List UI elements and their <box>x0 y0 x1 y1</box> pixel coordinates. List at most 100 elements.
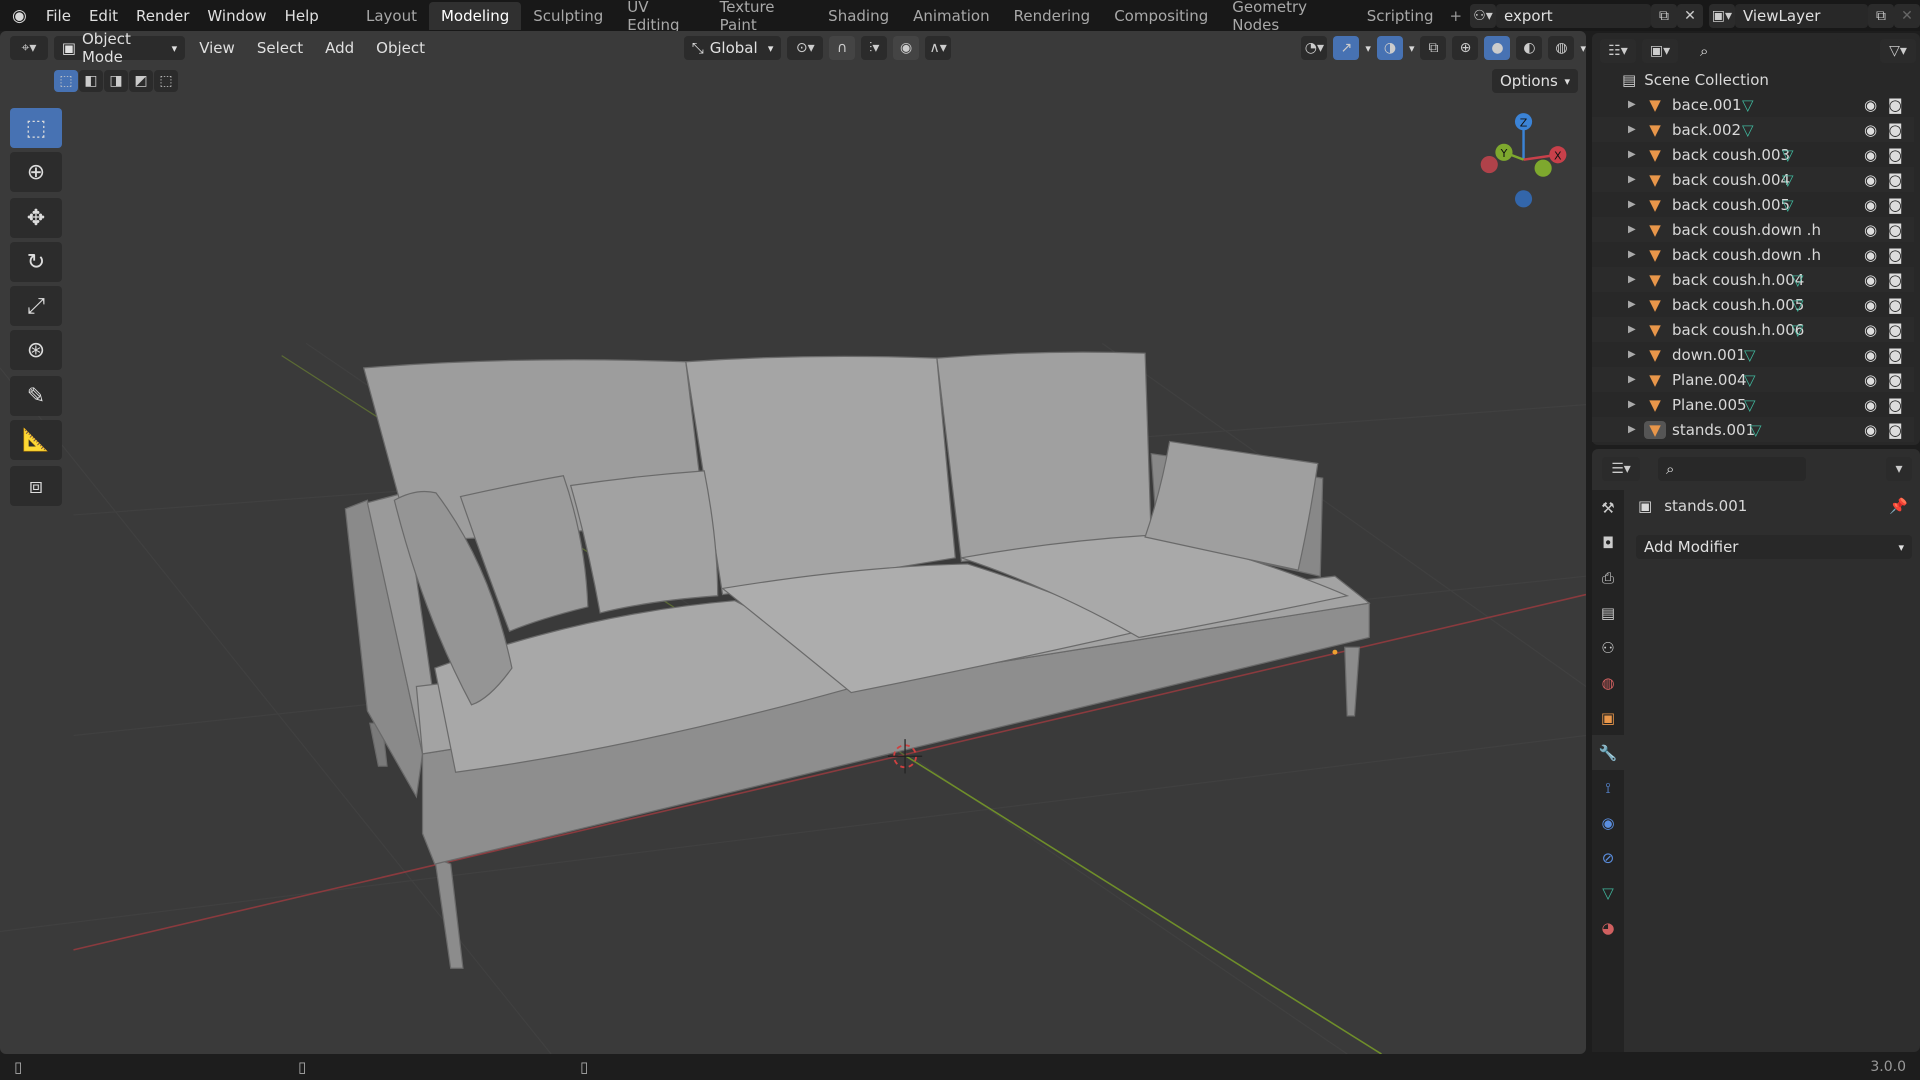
annotate-tool-icon[interactable]: ✎ <box>10 376 62 416</box>
world-tab-icon[interactable]: ◍ <box>1592 665 1624 700</box>
render-camera-icon[interactable]: ◙ <box>1888 221 1903 239</box>
select-box-tool-icon[interactable]: ⬚ <box>10 108 62 148</box>
menu-select[interactable]: Select <box>249 39 311 57</box>
3d-viewport[interactable]: Z X Y <box>0 31 1586 1054</box>
snap-target-icon[interactable]: ⫶▾ <box>861 36 888 60</box>
visibility-eye-icon[interactable]: ◉ <box>1864 121 1877 139</box>
mesh-data-icon[interactable]: ▽ <box>1744 346 1756 364</box>
tool-tab-icon[interactable]: ⚒ <box>1592 490 1624 525</box>
visibility-eye-icon[interactable]: ◉ <box>1864 421 1877 439</box>
mesh-data-icon[interactable]: ▽ <box>1750 421 1762 439</box>
outliner-item[interactable]: ▶ ▼ Plane.005 ▽ ◉ ◙ <box>1592 392 1914 417</box>
expand-arrow-icon[interactable]: ▶ <box>1628 124 1636 135</box>
outliner-item[interactable]: ▶ ▼ bace.001 ▽ ◉ ◙ <box>1592 92 1914 117</box>
visibility-eye-icon[interactable]: ◉ <box>1864 271 1877 289</box>
visibility-eye-icon[interactable]: ◉ <box>1864 171 1877 189</box>
physics-tab-icon[interactable]: ◉ <box>1592 805 1624 840</box>
select-invert-icon[interactable]: ◩ <box>129 70 153 92</box>
outliner-item[interactable]: ▶ ▼ Plane.004 ▽ ◉ ◙ <box>1592 367 1914 392</box>
material-tab-icon[interactable]: ◕ <box>1592 910 1624 945</box>
transform-tool-icon[interactable]: ⊛ <box>10 330 62 370</box>
mesh-data-icon[interactable]: ▽ <box>1744 396 1756 414</box>
move-tool-icon[interactable]: ✥ <box>10 198 62 238</box>
properties-search-input[interactable]: ⌕ <box>1658 457 1806 481</box>
select-extend-icon[interactable]: ◧ <box>79 70 103 92</box>
constraints-tab-icon[interactable]: ⊘ <box>1592 840 1624 875</box>
visibility-eye-icon[interactable]: ◉ <box>1864 96 1877 114</box>
add-workspace-button[interactable]: + <box>1445 7 1466 25</box>
visibility-eye-icon[interactable]: ◉ <box>1864 346 1877 364</box>
shading-solid-icon[interactable]: ● <box>1484 36 1511 60</box>
outliner-item[interactable]: ▶ ▼ back.002 ▽ ◉ ◙ <box>1592 117 1914 142</box>
outliner-item[interactable]: ▶ ▼ down.001 ▽ ◉ ◙ <box>1592 342 1914 367</box>
gizmo-neg-y[interactable] <box>1534 159 1552 177</box>
measure-tool-icon[interactable]: 📐 <box>10 420 62 460</box>
tab-animation[interactable]: Animation <box>901 2 1001 30</box>
render-tab-icon[interactable]: ◘ <box>1592 525 1624 560</box>
overlays-dropdown-icon[interactable]: ▾ <box>1409 42 1415 55</box>
navigation-gizmo[interactable]: Z X Y <box>1480 113 1567 208</box>
outliner-item[interactable]: ▶ ▼ back coush.down .h.005 ◉ ◙ <box>1592 242 1914 267</box>
new-view-layer-icon[interactable]: ⧉ <box>1867 3 1894 28</box>
properties-editor-type-icon[interactable]: ☰▾ <box>1602 457 1640 481</box>
delete-view-layer-icon[interactable]: ✕ <box>1893 3 1920 28</box>
render-camera-icon[interactable]: ◙ <box>1888 271 1903 289</box>
tab-compositing[interactable]: Compositing <box>1102 2 1220 30</box>
shading-material-icon[interactable]: ◐ <box>1516 36 1543 60</box>
gizmo-neg-x[interactable] <box>1480 155 1498 174</box>
tab-scripting[interactable]: Scripting <box>1355 2 1446 30</box>
tab-rendering[interactable]: Rendering <box>1002 2 1103 30</box>
expand-arrow-icon[interactable]: ▶ <box>1628 324 1636 335</box>
mesh-data-icon[interactable]: ▽ <box>1792 271 1804 289</box>
visibility-eye-icon[interactable]: ◉ <box>1864 196 1877 214</box>
expand-arrow-icon[interactable]: ▶ <box>1628 99 1636 110</box>
tab-shading[interactable]: Shading <box>816 2 901 30</box>
expand-arrow-icon[interactable]: ▶ <box>1628 174 1636 185</box>
shading-wireframe-icon[interactable]: ⊕ <box>1452 36 1479 60</box>
filter-icon[interactable]: ▽▾ <box>1880 39 1916 63</box>
expand-arrow-icon[interactable]: ▶ <box>1628 274 1636 285</box>
menu-render[interactable]: Render <box>127 7 198 25</box>
expand-arrow-icon[interactable]: ▶ <box>1628 424 1636 435</box>
overlays-icon[interactable]: ◑ <box>1376 36 1403 60</box>
render-camera-icon[interactable]: ◙ <box>1888 96 1903 114</box>
cursor-tool-icon[interactable]: ⊕ <box>10 152 62 192</box>
outliner-viewlayer-icon[interactable]: ▣▾ <box>1642 39 1678 63</box>
scene-tab-icon[interactable]: ⚇ <box>1592 630 1624 665</box>
tab-sculpting[interactable]: Sculpting <box>521 2 615 30</box>
render-camera-icon[interactable]: ◙ <box>1888 371 1903 389</box>
outliner-item[interactable]: ▶ ▼ back coush.h.005 ▽ ◉ ◙ <box>1592 292 1914 317</box>
delete-scene-icon[interactable]: ✕ <box>1676 3 1703 28</box>
shading-rendered-icon[interactable]: ◍ <box>1548 36 1575 60</box>
expand-arrow-icon[interactable]: ▶ <box>1628 374 1636 385</box>
display-mode-icon[interactable]: ☷▾ <box>1600 39 1636 63</box>
object-tab-icon[interactable]: ▣ <box>1592 700 1624 735</box>
xray-icon[interactable]: ⧉ <box>1420 36 1447 60</box>
scene-name-field[interactable]: export <box>1496 3 1651 28</box>
select-intersect-icon[interactable]: ⬚ <box>154 70 178 92</box>
outliner-item[interactable]: ▶ ▼ back coush.h.006 ▽ ◉ ◙ <box>1592 317 1914 342</box>
outliner-item[interactable]: ▶ ▼ back coush.005 ▽ ◉ ◙ <box>1592 192 1914 217</box>
gizmo-toggle-icon[interactable]: ↗ <box>1333 36 1360 60</box>
render-camera-icon[interactable]: ◙ <box>1888 246 1903 264</box>
menu-window[interactable]: Window <box>198 7 275 25</box>
mesh-data-icon[interactable]: ▽ <box>1742 96 1754 114</box>
menu-help[interactable]: Help <box>276 7 328 25</box>
expand-arrow-icon[interactable]: ▶ <box>1628 399 1636 410</box>
outliner-item[interactable]: ▶ ▼ back coush.down .h.004 ◉ ◙ <box>1592 217 1914 242</box>
expand-arrow-icon[interactable]: ▶ <box>1628 149 1636 160</box>
outliner-search-input[interactable]: ⌕ <box>1692 39 1840 63</box>
new-scene-icon[interactable]: ⧉ <box>1650 3 1677 28</box>
mesh-data-icon[interactable]: ▽ <box>1782 171 1794 189</box>
render-camera-icon[interactable]: ◙ <box>1888 396 1903 414</box>
render-camera-icon[interactable]: ◙ <box>1888 171 1903 189</box>
visibility-eye-icon[interactable]: ◉ <box>1864 146 1877 164</box>
render-camera-icon[interactable]: ◙ <box>1888 121 1903 139</box>
visibility-eye-icon[interactable]: ◉ <box>1864 246 1877 264</box>
expand-arrow-icon[interactable]: ▶ <box>1628 224 1636 235</box>
add-modifier-dropdown[interactable]: Add Modifier ▾ <box>1636 535 1912 559</box>
view-layer-tab-icon[interactable]: ▤ <box>1592 595 1624 630</box>
add-cube-tool-icon[interactable]: ⧈ <box>10 466 62 506</box>
mesh-data-icon[interactable]: ▽ <box>1792 296 1804 314</box>
scene-selector-icon[interactable]: ⚇▾ <box>1470 3 1497 28</box>
